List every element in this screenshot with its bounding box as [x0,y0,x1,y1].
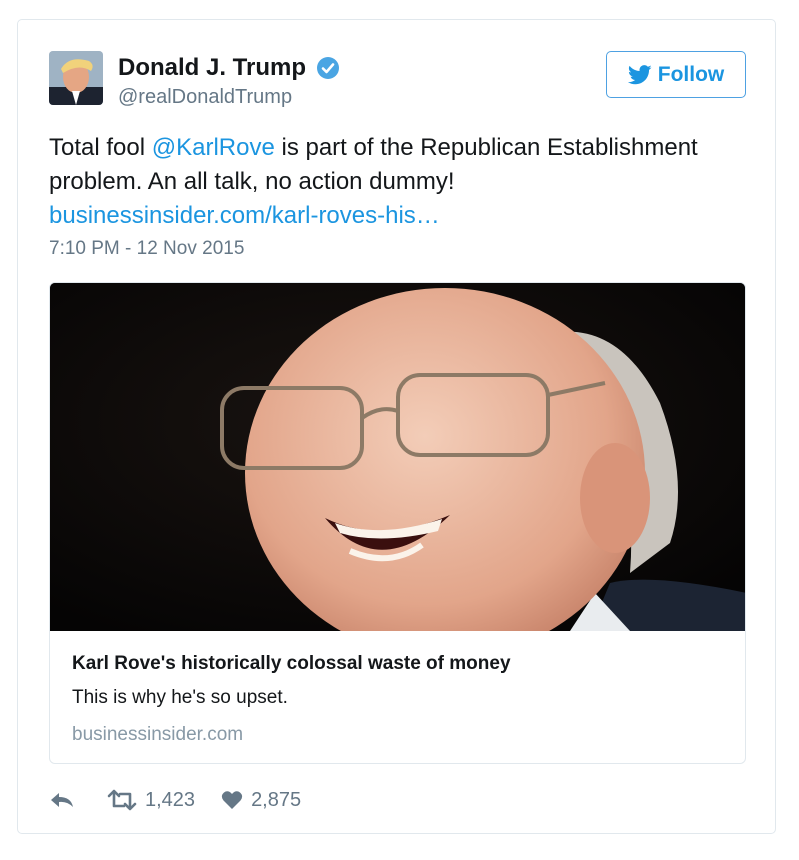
tweet-timestamp[interactable]: 7:10 PM - 12 Nov 2015 [49,238,244,260]
card-description: This is why he's so upset. [72,687,288,708]
user-display-name[interactable]: Donald J. Trump [118,54,306,82]
follow-label: Follow [657,62,725,86]
user-handle[interactable]: @realDonaldTrump [118,86,340,109]
tweet-embed: Donald J. Trump @realDonaldTrump Follow … [17,19,776,834]
twitter-bird-icon [627,64,652,84]
verified-badge-icon [317,57,340,79]
retweet-icon [107,789,137,811]
heart-icon [221,791,243,809]
retweet-button[interactable]: 1,423 [107,789,195,812]
card-image [50,283,745,658]
article-link[interactable]: businessinsider.com/karl-roves-his… [49,202,440,229]
link-card[interactable]: Karl Rove's historically colossal waste … [49,282,746,764]
like-button[interactable]: 2,875 [221,789,301,812]
like-count: 2,875 [251,788,302,811]
mention-link[interactable]: @KarlRove [152,134,275,161]
tweet-actions: 1,423 2,875 [49,785,301,815]
avatar[interactable] [49,51,103,105]
retweet-count: 1,423 [145,788,196,811]
card-domain: businessinsider.com [72,724,244,745]
reply-button[interactable] [49,790,75,810]
card-title: Karl Rove's historically colossal waste … [72,653,511,674]
tweet-text: Total fool @KarlRove is part of the Repu… [49,131,749,233]
reply-icon [51,793,73,807]
tweet-text-start: Total fool [49,134,152,161]
follow-button[interactable]: Follow [606,51,746,98]
